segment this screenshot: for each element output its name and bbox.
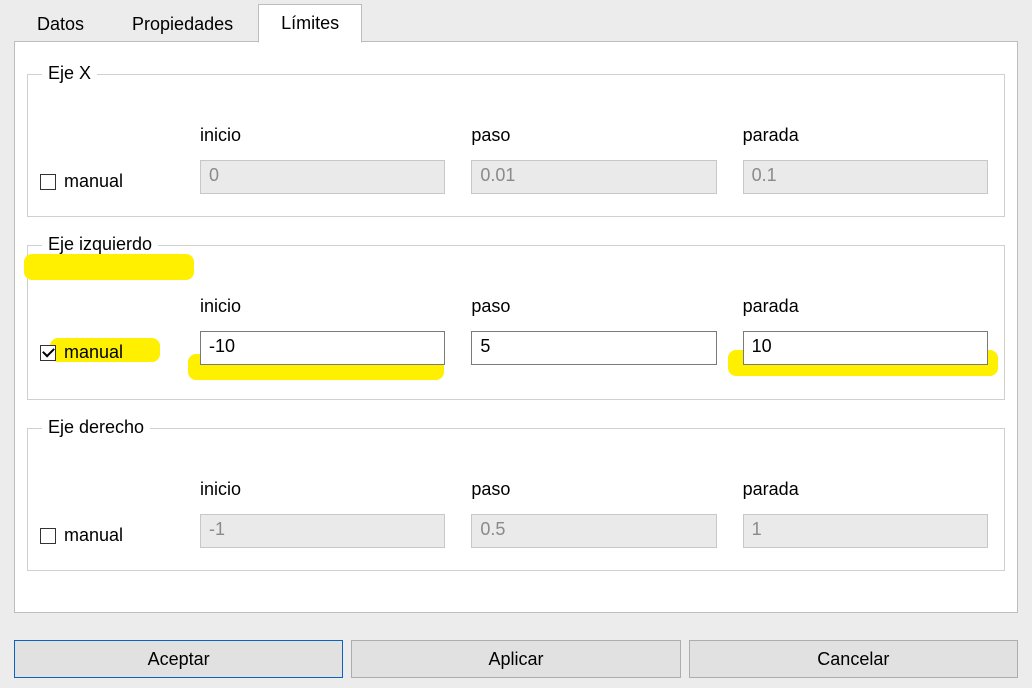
aplicar-button[interactable]: Aplicar <box>351 640 680 678</box>
eje-der-inicio-label: inicio <box>200 479 445 500</box>
tab-page-limites: Eje X manual inicio 0 paso 0.01 <box>14 41 1018 613</box>
eje-izq-parada-field: parada 10 <box>743 296 992 365</box>
tab-bar: Datos Propiedades Límites <box>14 2 364 42</box>
eje-izq-inicio-input[interactable]: -10 <box>200 331 445 365</box>
eje-der-inicio-input[interactable]: -1 <box>200 514 445 548</box>
eje-der-manual-cell: manual <box>40 525 200 548</box>
eje-der-parada-field: parada 1 <box>743 479 992 548</box>
dialog-window: Datos Propiedades Límites Eje X manual i… <box>0 0 1032 688</box>
eje-der-paso-field: paso 0.5 <box>471 479 742 548</box>
eje-der-inicio-field: inicio -1 <box>200 479 471 548</box>
eje-der-parada-input[interactable]: 1 <box>743 514 988 548</box>
cancelar-button-label: Cancelar <box>817 649 889 670</box>
eje-x-inicio-field: inicio 0 <box>200 125 471 194</box>
group-eje-izquierdo-title: Eje izquierdo <box>42 234 158 255</box>
eje-x-paso-value: 0.01 <box>480 165 515 185</box>
eje-der-paso-input[interactable]: 0.5 <box>471 514 716 548</box>
highlight-mark <box>24 254 194 280</box>
aplicar-button-label: Aplicar <box>488 649 543 670</box>
aceptar-button[interactable]: Aceptar <box>14 640 343 678</box>
tab-datos-label: Datos <box>37 14 84 34</box>
eje-x-manual-cell: manual <box>40 171 200 194</box>
eje-der-parada-value: 1 <box>752 519 762 539</box>
group-eje-derecho-row: manual inicio -1 paso 0.5 parada <box>40 479 992 548</box>
group-eje-x-title: Eje X <box>42 63 97 84</box>
eje-izq-paso-label: paso <box>471 296 716 317</box>
tab-limites[interactable]: Límites <box>258 4 362 43</box>
eje-izq-parada-value: 10 <box>752 336 772 356</box>
eje-izq-paso-input[interactable]: 5 <box>471 331 716 365</box>
eje-der-paso-label: paso <box>471 479 716 500</box>
group-eje-x-row: manual inicio 0 paso 0.01 parada <box>40 125 992 194</box>
eje-izq-inicio-field: inicio -10 <box>200 296 471 365</box>
eje-x-paso-field: paso 0.01 <box>471 125 742 194</box>
aceptar-button-label: Aceptar <box>148 649 210 670</box>
eje-x-paso-input[interactable]: 0.01 <box>471 160 716 194</box>
tab-limites-label: Límites <box>281 13 339 33</box>
tab-propiedades-label: Propiedades <box>132 14 233 34</box>
group-eje-x: Eje X manual inicio 0 paso 0.01 <box>27 74 1005 217</box>
eje-x-parada-label: parada <box>743 125 988 146</box>
tab-datos[interactable]: Datos <box>14 5 107 43</box>
eje-izq-manual-cell: manual <box>40 342 200 365</box>
eje-izq-manual-label: manual <box>64 342 123 363</box>
eje-izq-parada-input[interactable]: 10 <box>743 331 988 365</box>
cancelar-button[interactable]: Cancelar <box>689 640 1018 678</box>
eje-x-manual-checkbox[interactable] <box>40 174 56 190</box>
eje-izq-manual-checkbox[interactable] <box>40 345 56 361</box>
eje-izq-inicio-label: inicio <box>200 296 445 317</box>
eje-izq-parada-label: parada <box>743 296 988 317</box>
eje-izq-paso-value: 5 <box>480 336 490 356</box>
eje-izq-paso-field: paso 5 <box>471 296 742 365</box>
eje-x-manual-label: manual <box>64 171 123 192</box>
eje-der-inicio-value: -1 <box>209 519 225 539</box>
group-eje-izquierdo-row: manual inicio -10 paso 5 parada <box>40 296 992 365</box>
eje-x-parada-value: 0.1 <box>752 165 777 185</box>
group-eje-derecho-title: Eje derecho <box>42 417 150 438</box>
eje-x-inicio-input[interactable]: 0 <box>200 160 445 194</box>
group-eje-derecho: Eje derecho manual inicio -1 paso 0.5 <box>27 428 1005 571</box>
eje-x-parada-input[interactable]: 0.1 <box>743 160 988 194</box>
tab-propiedades[interactable]: Propiedades <box>109 5 256 43</box>
eje-izq-inicio-value: -10 <box>209 336 235 356</box>
eje-x-paso-label: paso <box>471 125 716 146</box>
eje-der-paso-value: 0.5 <box>480 519 505 539</box>
dialog-button-bar: Aceptar Aplicar Cancelar <box>14 640 1018 678</box>
eje-der-manual-checkbox[interactable] <box>40 528 56 544</box>
group-eje-izquierdo: Eje izquierdo manual inicio -10 paso <box>27 245 1005 400</box>
eje-x-inicio-value: 0 <box>209 165 219 185</box>
eje-der-manual-label: manual <box>64 525 123 546</box>
eje-der-parada-label: parada <box>743 479 988 500</box>
eje-x-inicio-label: inicio <box>200 125 445 146</box>
eje-x-parada-field: parada 0.1 <box>743 125 992 194</box>
